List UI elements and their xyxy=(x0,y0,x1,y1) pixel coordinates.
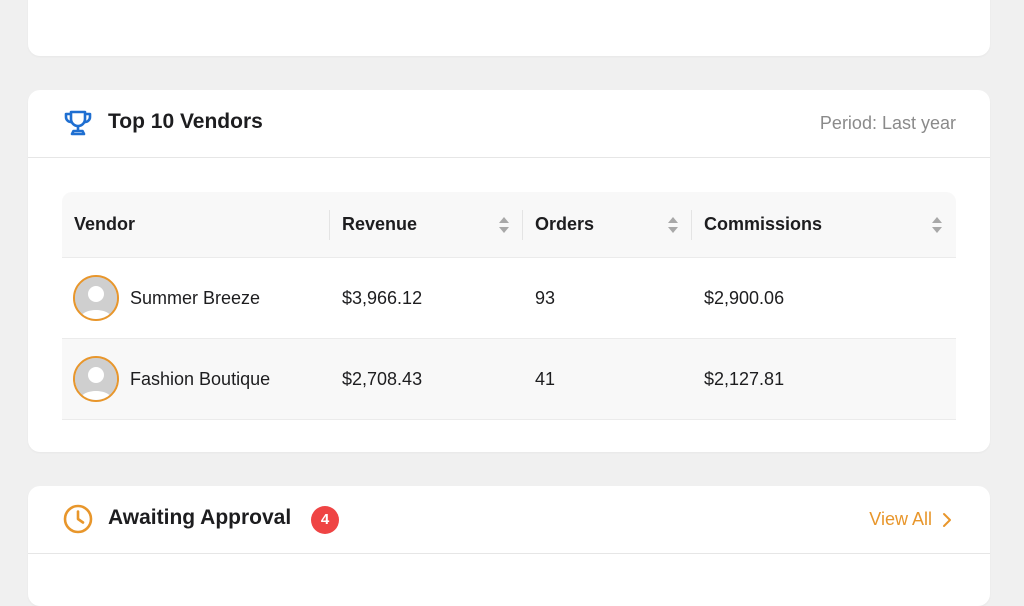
column-header-vendor: Vendor xyxy=(74,214,136,234)
user-placeholder-icon xyxy=(75,358,117,400)
table-row[interactable]: Fashion Boutique $2,708.43 41 $2,127.81 xyxy=(62,339,956,420)
table-header: Vendor Revenue Orders Commissions xyxy=(62,192,956,258)
trophy-icon xyxy=(64,110,92,136)
chevron-right-icon[interactable] xyxy=(942,512,952,528)
vendor-revenue: $3,966.12 xyxy=(342,288,423,308)
previous-card xyxy=(28,0,990,56)
sort-icon[interactable] xyxy=(498,214,510,236)
awaiting-approval-card: Awaiting Approval 4 View All xyxy=(28,486,990,606)
avatar xyxy=(73,275,119,321)
clock-icon xyxy=(63,504,93,534)
count-badge: 4 xyxy=(311,506,339,534)
vendor-name[interactable]: Fashion Boutique xyxy=(130,339,270,419)
column-divider xyxy=(522,210,523,240)
awaiting-approval-header: Awaiting Approval 4 View All xyxy=(28,486,990,554)
user-placeholder-icon xyxy=(75,277,117,319)
sort-icon[interactable] xyxy=(667,214,679,236)
table-row[interactable]: Summer Breeze $3,966.12 93 $2,900.06 xyxy=(62,258,956,339)
column-header-commissions[interactable]: Commissions xyxy=(704,192,822,257)
column-header-revenue[interactable]: Revenue xyxy=(342,192,417,257)
top-vendors-header: Top 10 Vendors Period: Last year xyxy=(28,90,990,158)
vendor-commissions: $2,127.81 xyxy=(704,369,785,389)
vendor-commissions: $2,900.06 xyxy=(704,288,785,308)
column-divider xyxy=(329,210,330,240)
awaiting-approval-title: Awaiting Approval xyxy=(108,506,292,529)
top-vendors-title: Top 10 Vendors xyxy=(108,110,263,133)
vendor-revenue: $2,708.43 xyxy=(342,369,423,389)
vendor-orders: 93 xyxy=(535,288,556,308)
top-vendors-card: Top 10 Vendors Period: Last year Vendor … xyxy=(28,90,990,452)
avatar xyxy=(73,356,119,402)
period-label[interactable]: Period: Last year xyxy=(820,113,956,134)
vendor-orders: 41 xyxy=(535,369,556,389)
view-all-label[interactable]: View All xyxy=(869,509,932,530)
vendor-name[interactable]: Summer Breeze xyxy=(130,258,260,338)
column-header-orders[interactable]: Orders xyxy=(535,192,594,257)
view-all-link[interactable]: View All xyxy=(869,509,952,530)
vendors-table: Vendor Revenue Orders Commissions Summer… xyxy=(62,192,956,420)
column-divider xyxy=(691,210,692,240)
sort-icon[interactable] xyxy=(931,214,943,236)
